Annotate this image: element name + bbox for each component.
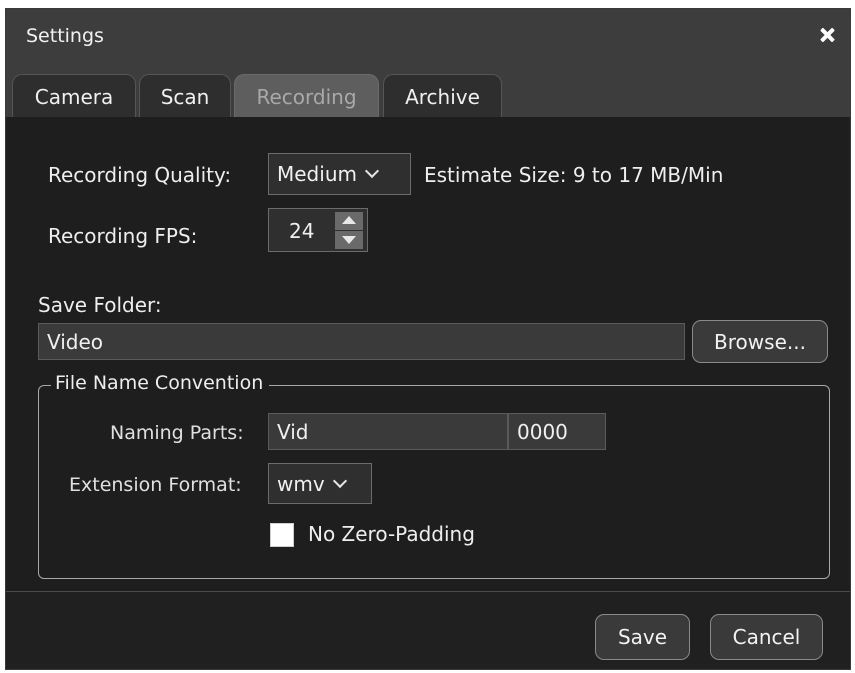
naming-number-input[interactable]: 0000 bbox=[508, 413, 606, 450]
tab-scan[interactable]: Scan bbox=[139, 74, 231, 118]
tab-recording[interactable]: Recording bbox=[234, 74, 379, 118]
close-icon[interactable] bbox=[814, 21, 842, 49]
no-zero-padding-checkbox[interactable] bbox=[270, 523, 294, 547]
settings-dialog: Settings Camera Scan Recording Archive R… bbox=[5, 8, 851, 670]
chevron-down-icon bbox=[364, 163, 380, 179]
extension-format-dropdown[interactable]: wmv bbox=[268, 463, 372, 504]
naming-prefix-value: Vid bbox=[277, 419, 309, 444]
browse-button[interactable]: Browse... bbox=[692, 320, 828, 363]
recording-quality-value: Medium bbox=[277, 162, 357, 186]
recording-quality-dropdown[interactable]: Medium bbox=[268, 153, 411, 195]
extension-format-label: Extension Format: bbox=[69, 474, 242, 496]
naming-prefix-input[interactable]: Vid bbox=[268, 413, 508, 450]
title-bar: Settings bbox=[6, 9, 850, 65]
naming-parts-label: Naming Parts: bbox=[110, 422, 244, 444]
recording-quality-label: Recording Quality: bbox=[48, 163, 232, 187]
recording-fps-stepper[interactable]: 24 bbox=[268, 208, 368, 252]
tab-camera[interactable]: Camera bbox=[12, 74, 136, 118]
save-folder-input[interactable]: Video bbox=[38, 323, 685, 360]
save-folder-label: Save Folder: bbox=[38, 293, 162, 317]
tab-archive[interactable]: Archive bbox=[383, 74, 502, 118]
chevron-down-icon bbox=[332, 473, 347, 488]
estimate-size-text: Estimate Size: 9 to 17 MB/Min bbox=[424, 163, 724, 187]
dialog-title: Settings bbox=[26, 25, 104, 47]
dialog-footer: Save Cancel bbox=[6, 591, 850, 669]
fps-increment-button[interactable] bbox=[335, 212, 363, 230]
recording-tab-content: Recording Quality: Medium Estimate Size:… bbox=[6, 117, 850, 591]
triangle-down-icon bbox=[342, 236, 356, 244]
recording-fps-label: Recording FPS: bbox=[48, 224, 198, 248]
naming-number-value: 0000 bbox=[517, 419, 568, 444]
extension-format-value: wmv bbox=[277, 471, 325, 496]
tab-strip: Camera Scan Recording Archive bbox=[6, 65, 850, 118]
triangle-up-icon bbox=[342, 216, 356, 224]
cancel-button[interactable]: Cancel bbox=[710, 614, 823, 660]
no-zero-padding-label: No Zero-Padding bbox=[308, 522, 475, 546]
file-name-convention-legend: File Name Convention bbox=[51, 372, 270, 394]
recording-fps-value: 24 bbox=[289, 219, 315, 243]
fps-decrement-button[interactable] bbox=[335, 231, 363, 249]
save-button[interactable]: Save bbox=[595, 614, 690, 660]
save-folder-value: Video bbox=[47, 329, 104, 354]
